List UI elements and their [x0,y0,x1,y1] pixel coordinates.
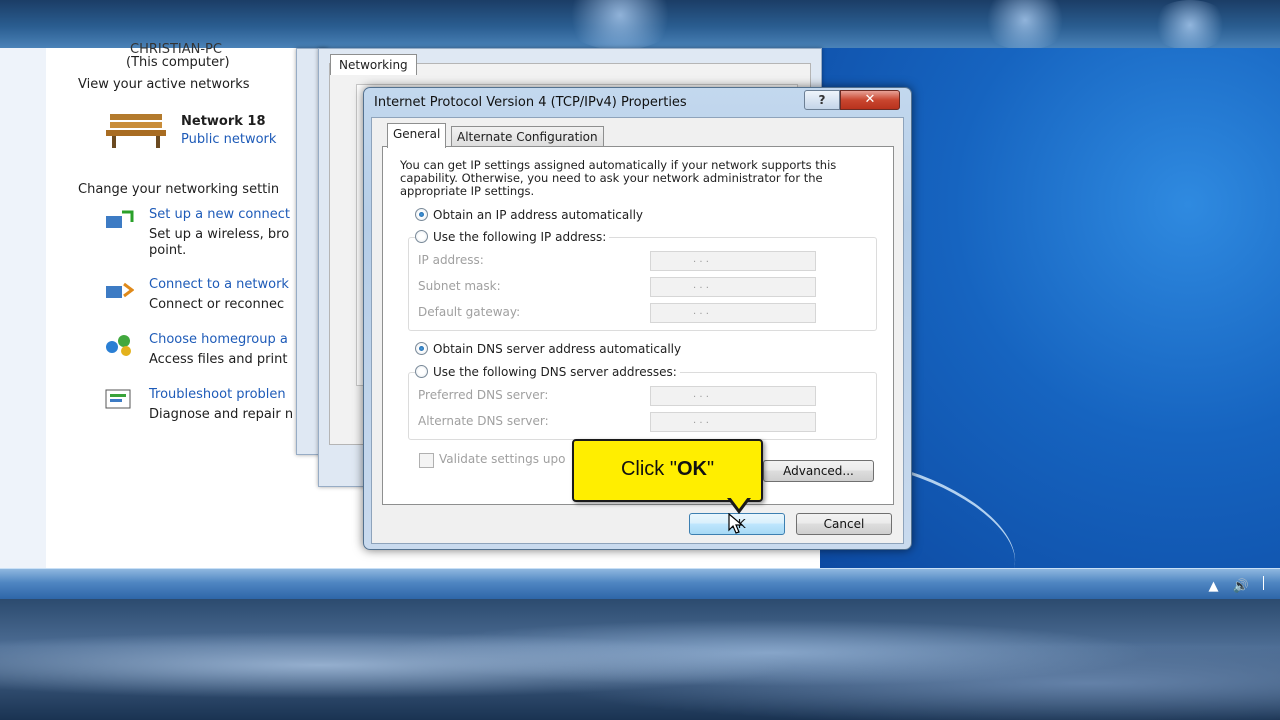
obtain-dns-auto-radio[interactable]: Obtain DNS server address automatically [415,342,681,356]
ip-address-value: . . . [693,254,709,265]
radio-unselected-icon [415,230,428,243]
default-gateway-input[interactable]: . . . [650,303,816,323]
preferred-dns-value: . . . [693,389,709,400]
computer-sub: (This computer) [126,55,230,70]
use-following-ip-label: Use the following IP address: [433,230,607,244]
preferred-dns-input[interactable]: . . . [650,386,816,406]
close-button[interactable]: ✕ [840,90,900,110]
use-following-dns-label: Use the following DNS server addresses: [433,365,677,379]
tab-general[interactable]: General [387,123,447,148]
subnet-mask-value: . . . [693,280,709,291]
alternate-dns-label: Alternate DNS server: [418,414,549,428]
troubleshoot-icon [104,388,134,412]
obtain-dns-auto-label: Obtain DNS server address automatically [433,342,682,356]
use-following-dns-radio[interactable]: Use the following DNS server addresses: [415,365,680,379]
subnet-mask-label: Subnet mask: [418,279,501,293]
change-settings-label: Change your networking settin [78,182,280,197]
ip-address-label: IP address: [418,253,484,267]
homegroup-desc: Access files and print [149,352,288,367]
tab-networking[interactable]: Networking [330,54,417,75]
new-connection-icon [104,208,134,232]
speaker-icon[interactable]: 🔊 [1233,579,1249,594]
callout-emphasis: OK [676,458,707,480]
connect-network-link[interactable]: Connect to a network [149,277,289,292]
connect-network-icon [104,278,135,302]
radio-selected-icon [415,208,428,221]
troubleshoot-link[interactable]: Troubleshoot problen [149,387,286,402]
validate-settings-checkbox[interactable] [419,453,434,468]
connect-network-desc: Connect or reconnec [149,297,285,312]
radio-unselected-icon [415,365,428,378]
active-networks-label: View your active networks [78,77,250,92]
setup-connection-link[interactable]: Set up a new connect [149,207,290,222]
ip-address-input[interactable]: . . . [650,251,816,271]
homegroup-icon [104,333,134,357]
setup-connection-desc-2: point. [149,243,187,258]
network-name: Network 18 [181,114,266,129]
tab-alternate-configuration[interactable]: Alternate Configuration [451,126,604,147]
setup-connection-desc: Set up a wireless, bro [149,227,290,242]
description-text: You can get IP settings assigned automat… [400,158,837,198]
default-gateway-label: Default gateway: [418,305,521,319]
advanced-button[interactable]: Advanced... [763,460,874,482]
subnet-mask-input[interactable]: . . . [650,277,816,297]
network-type-link[interactable]: Public network [181,132,276,147]
validate-settings-label: Validate settings upo [439,452,566,466]
default-gateway-value: . . . [693,306,709,317]
callout-prefix: Click " [620,458,677,480]
obtain-ip-auto-radio[interactable]: Obtain an IP address automatically [415,208,643,222]
desktop-wallpaper-top [0,0,1280,50]
help-button[interactable]: ? [804,90,840,110]
alternate-dns-input[interactable]: . . . [650,412,816,432]
cancel-button[interactable]: Cancel [796,513,892,535]
alternate-dns-value: . . . [693,415,709,426]
mouse-cursor-icon [728,512,744,538]
desktop-wallpaper-bottom [0,598,1280,720]
obtain-ip-auto-label: Obtain an IP address automatically [433,208,644,222]
arrow-up-icon[interactable]: ▲ [1209,579,1219,594]
homegroup-link[interactable]: Choose homegroup a [149,332,288,347]
use-following-ip-radio[interactable]: Use the following IP address: [415,230,610,244]
dialog-title: Internet Protocol Version 4 (TCP/IPv4) P… [374,95,687,110]
troubleshoot-desc: Diagnose and repair n [149,407,294,422]
clock-edge [1263,576,1272,590]
radio-selected-icon [415,342,428,355]
callout-tail-fill [730,497,748,509]
bench-icon [104,110,168,150]
taskbar: ▲ 🔊 [0,568,1280,599]
preferred-dns-label: Preferred DNS server: [418,388,549,402]
callout-suffix: " [706,458,715,480]
system-tray: ▲ 🔊 [1199,576,1272,594]
click-ok-callout: Click "OK" [572,439,763,502]
